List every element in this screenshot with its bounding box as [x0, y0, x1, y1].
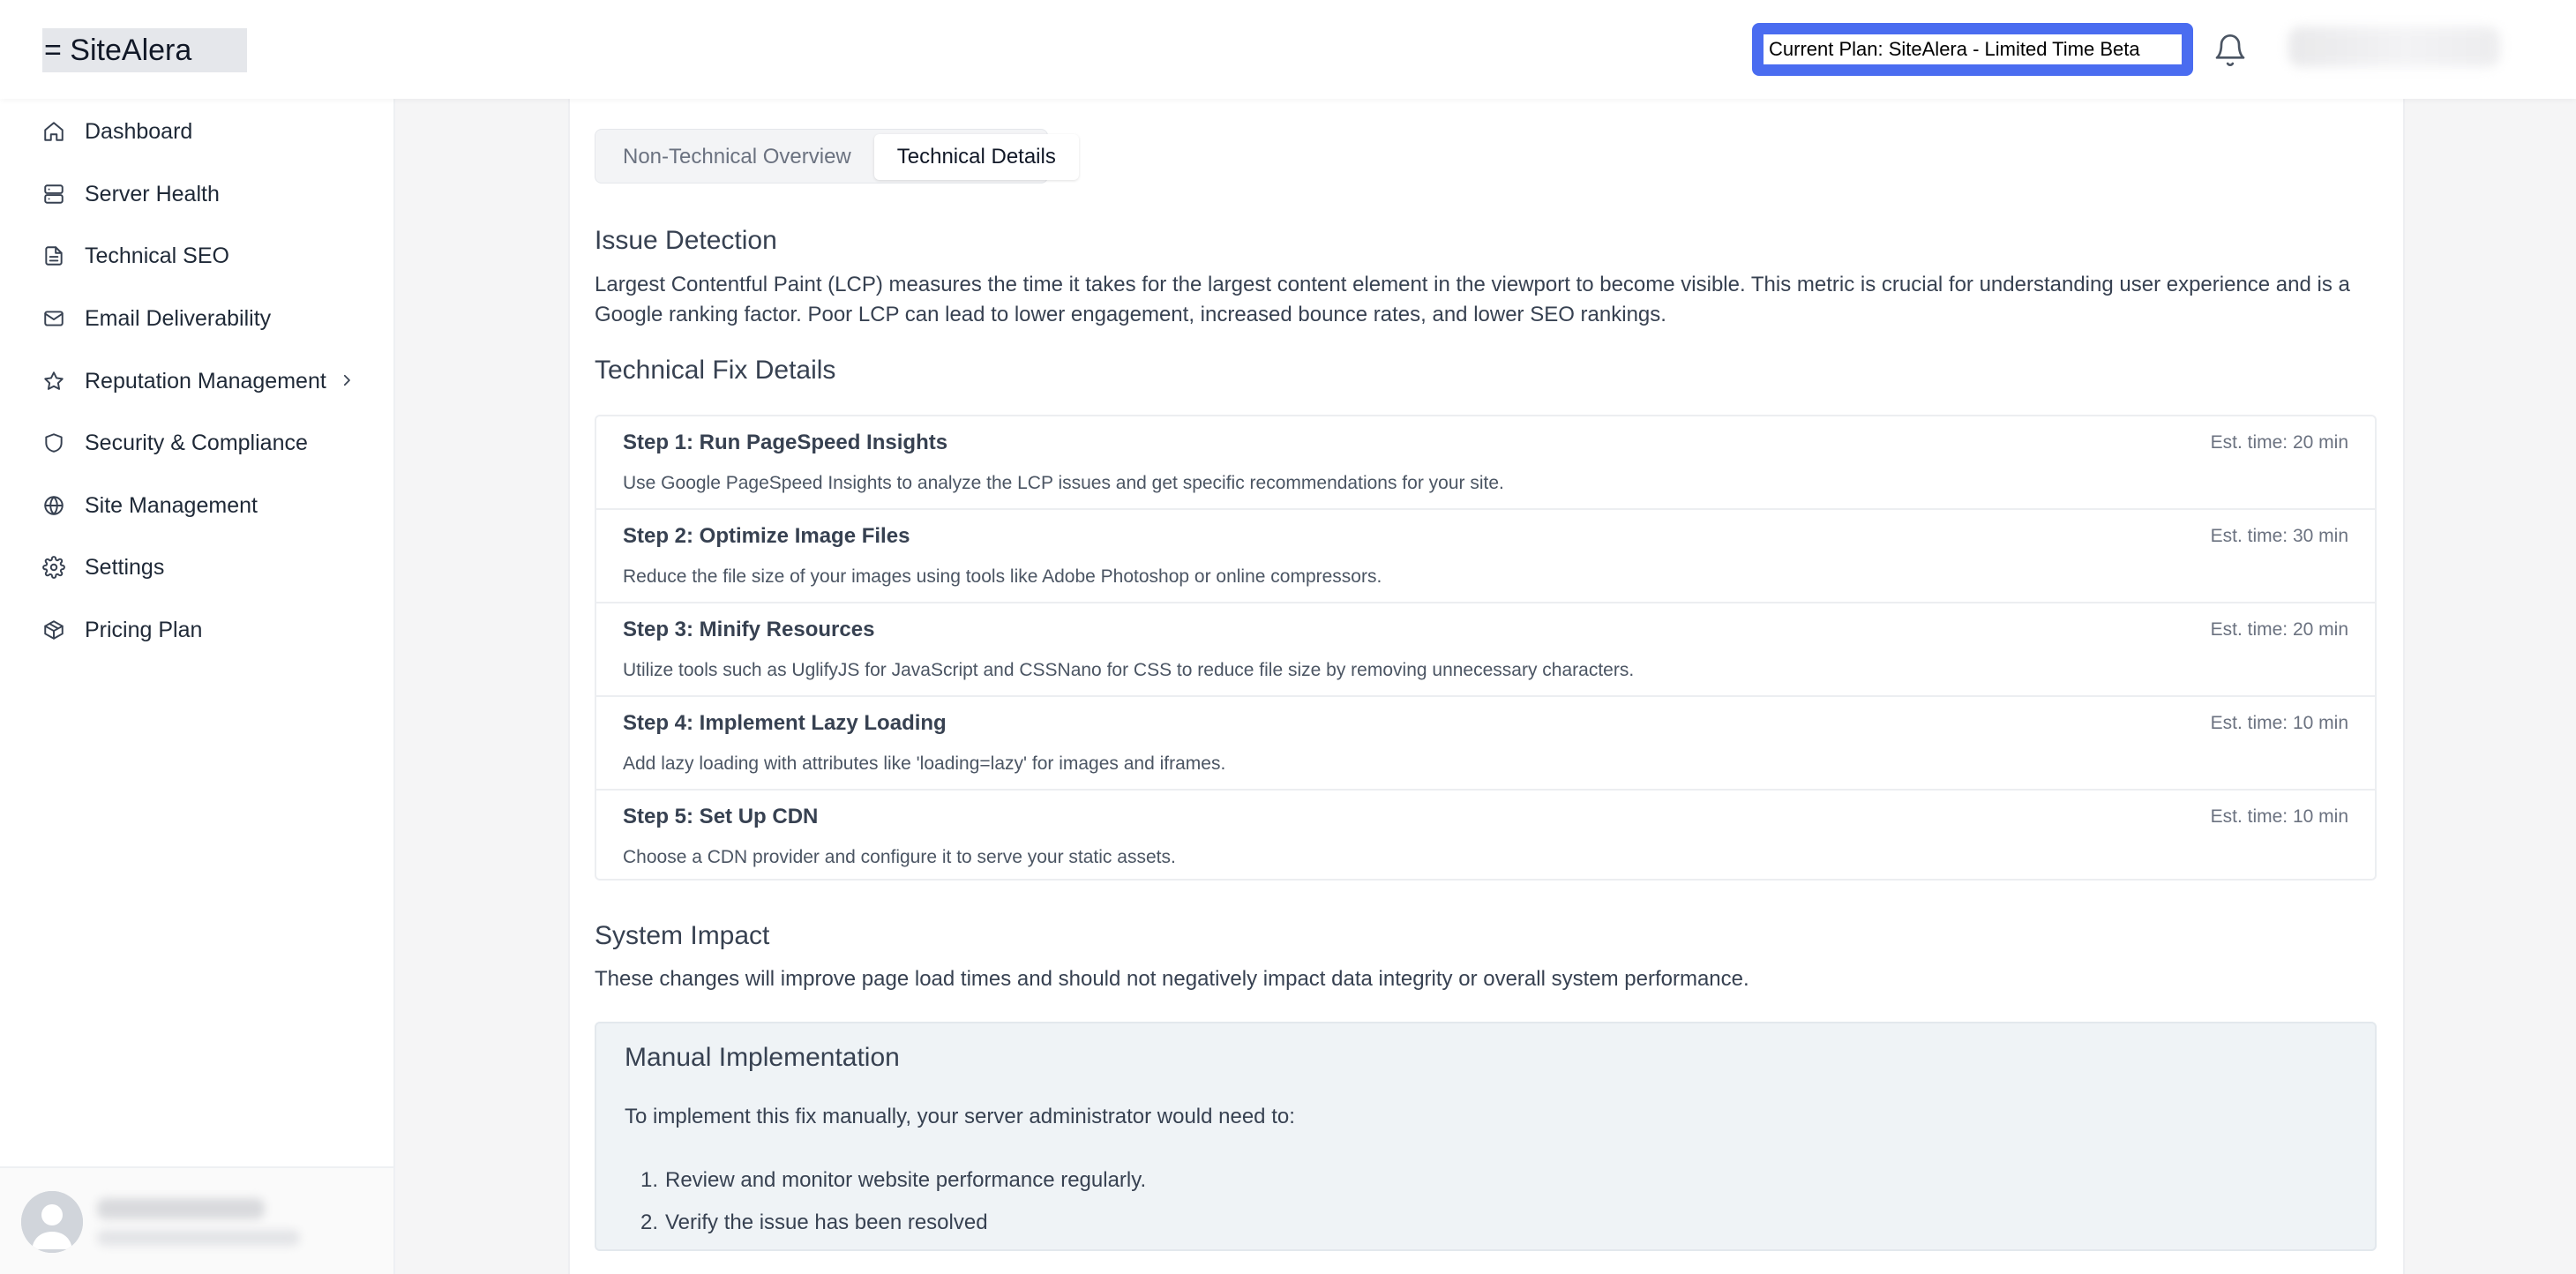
top-header: = SiteAlera Current Plan: SiteAlera - Li… [0, 0, 2576, 99]
profile-name-blurred [97, 1198, 265, 1219]
step-item: Step 4: Implement Lazy Loading Est. time… [596, 697, 2375, 791]
sidebar-item-label: Security & Compliance [85, 430, 308, 455]
step-description: Add lazy loading with attributes like 'l… [623, 753, 1226, 774]
sidebar-item-label: Settings [85, 554, 165, 580]
mail-icon [41, 305, 67, 332]
star-icon [41, 368, 67, 394]
fix-steps-list: Step 1: Run PageSpeed Insights Est. time… [595, 415, 2377, 881]
step-description: Choose a CDN provider and configure it t… [623, 847, 1176, 867]
sidebar-item-label: Server Health [85, 181, 220, 206]
user-profile[interactable] [0, 1166, 393, 1274]
manual-implementation-intro: To implement this fix manually, your ser… [625, 1105, 1295, 1128]
globe-icon [41, 492, 67, 519]
tab-non-technical-overview[interactable]: Non-Technical Overview [600, 134, 874, 180]
current-plan-badge[interactable]: Current Plan: SiteAlera - Limited Time B… [1752, 23, 2193, 76]
step-item: Step 5: Set Up CDN Est. time: 10 min Cho… [596, 791, 2375, 879]
sidebar-item-security-compliance[interactable]: Security & Compliance [41, 421, 308, 465]
profile-email-blurred [97, 1230, 300, 1246]
step-title: Step 1: Run PageSpeed Insights [623, 431, 948, 454]
sidebar-item-dashboard[interactable]: Dashboard [41, 109, 192, 154]
list-number: 2. [640, 1210, 659, 1234]
step-description: Use Google PageSpeed Insights to analyze… [623, 473, 1504, 493]
step-title: Step 2: Optimize Image Files [623, 524, 910, 548]
detail-tabs: Non-Technical Overview Technical Details [595, 129, 1079, 184]
issue-detection-text: Largest Contentful Paint (LCP) measures … [595, 273, 2350, 326]
step-description: Reduce the file size of your images usin… [623, 566, 1382, 587]
sidebar-item-label: Technical SEO [85, 243, 229, 268]
issue-detection-title: Issue Detection [595, 226, 777, 255]
manual-implementation-title: Manual Implementation [625, 1043, 900, 1072]
system-impact-text: These changes will improve page load tim… [595, 967, 1749, 991]
sidebar-item-label: Pricing Plan [85, 617, 203, 642]
sidebar-item-technical-seo[interactable]: Technical SEO [41, 234, 229, 278]
step-time: Est. time: 10 min [2210, 713, 2348, 733]
package-icon [41, 617, 67, 643]
manual-implementation-panel: Manual Implementation To implement this … [595, 1022, 2377, 1251]
sidebar-item-label: Email Deliverability [85, 305, 272, 331]
step-item: Step 3: Minify Resources Est. time: 20 m… [596, 603, 2375, 697]
app-logo[interactable]: = SiteAlera [42, 28, 247, 72]
sidebar-item-label: Site Management [85, 492, 258, 518]
bell-icon[interactable] [2213, 32, 2248, 69]
sidebar-item-site-management[interactable]: Site Management [41, 483, 258, 528]
sidebar-item-settings[interactable]: Settings [41, 545, 164, 589]
list-number: 1. [640, 1168, 659, 1192]
step-time: Est. time: 10 min [2210, 806, 2348, 827]
sidebar-item-email-deliverability[interactable]: Email Deliverability [41, 296, 271, 341]
list-text: Review and monitor website performance r… [665, 1168, 1147, 1192]
sidebar-item-label: Dashboard [85, 118, 193, 144]
server-icon [41, 181, 67, 207]
step-item: Step 2: Optimize Image Files Est. time: … [596, 510, 2375, 603]
gear-icon [41, 554, 67, 581]
chevron-right-icon[interactable] [339, 372, 356, 390]
step-title: Step 5: Set Up CDN [623, 805, 819, 828]
tab-technical-details[interactable]: Technical Details [873, 134, 1079, 180]
avatar[interactable] [21, 1191, 83, 1253]
manual-steps-list: 1. Review and monitor website performance… [640, 1159, 1146, 1244]
sidebar-item-server-health[interactable]: Server Health [41, 172, 220, 216]
sidebar: Dashboard Server Health Technical SEO Em… [0, 99, 395, 1274]
step-item: Step 1: Run PageSpeed Insights Est. time… [596, 416, 2375, 510]
sidebar-item-pricing-plan[interactable]: Pricing Plan [41, 608, 202, 652]
step-time: Est. time: 30 min [2210, 526, 2348, 546]
sidebar-item-label: Reputation Management [85, 368, 326, 393]
list-item: 2. Verify the issue has been resolved [640, 1202, 1146, 1244]
document-icon [41, 243, 67, 269]
home-icon [41, 118, 67, 145]
step-description: Utilize tools such as UglifyJS for JavaS… [623, 660, 1635, 680]
user-menu-blurred[interactable] [2288, 26, 2500, 67]
step-time: Est. time: 20 min [2210, 432, 2348, 453]
technical-fix-title: Technical Fix Details [595, 356, 836, 385]
step-title: Step 3: Minify Resources [623, 618, 875, 641]
list-item: 1. Review and monitor website performance… [640, 1159, 1146, 1202]
current-plan-label: Current Plan: SiteAlera - Limited Time B… [1764, 34, 2182, 64]
sidebar-item-reputation-management[interactable]: Reputation Management [41, 359, 356, 403]
system-impact-title: System Impact [595, 921, 770, 950]
step-time: Est. time: 20 min [2210, 619, 2348, 640]
step-title: Step 4: Implement Lazy Loading [623, 711, 947, 735]
shield-icon [41, 430, 67, 456]
list-text: Verify the issue has been resolved [665, 1210, 988, 1234]
